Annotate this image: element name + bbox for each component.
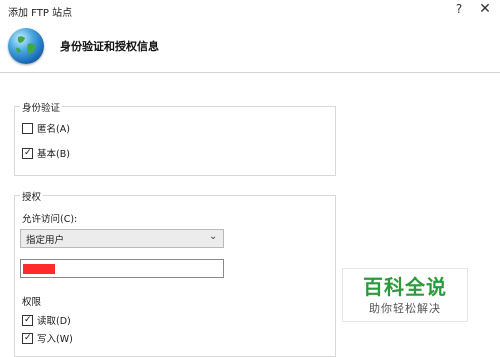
anonymous-label[interactable]: 匿名(A) xyxy=(37,121,70,135)
watermark: 百科全说 助你轻松解决 xyxy=(342,268,468,322)
page-heading: 身份验证和授权信息 xyxy=(60,40,159,53)
watermark-subtitle: 助你轻松解决 xyxy=(369,302,441,315)
redaction-mark xyxy=(23,264,55,274)
allow-access-selected: 指定用户 xyxy=(26,235,65,246)
authorization-legend: 授权 xyxy=(20,189,44,203)
permissions-label: 权限 xyxy=(22,297,42,308)
read-checkbox[interactable]: ✓ xyxy=(22,315,33,326)
chevron-down-icon: ⌄ xyxy=(209,231,218,242)
authentication-legend: 身份验证 xyxy=(20,100,63,114)
allow-access-label: 允许访问(C): xyxy=(22,214,78,225)
write-label[interactable]: 写入(W) xyxy=(37,331,73,345)
allow-access-dropdown[interactable]: 指定用户 ⌄ xyxy=(20,229,224,248)
checkmark-icon: ✓ xyxy=(24,315,32,325)
write-checkbox[interactable]: ✓ xyxy=(22,333,33,344)
help-button[interactable]: ? xyxy=(452,2,466,20)
read-label[interactable]: 读取(D) xyxy=(37,313,71,327)
basic-checkbox[interactable]: ✓ xyxy=(22,148,33,159)
authentication-group xyxy=(14,106,336,176)
globe-icon xyxy=(8,28,44,64)
users-input[interactable] xyxy=(20,259,224,278)
close-button[interactable]: ✕ xyxy=(476,1,494,19)
checkmark-icon: ✓ xyxy=(24,333,32,343)
checkmark-icon: ✓ xyxy=(24,148,32,158)
watermark-title: 百科全说 xyxy=(363,275,447,299)
title-bar xyxy=(0,0,500,22)
basic-label[interactable]: 基本(B) xyxy=(37,146,70,160)
window-title: 添加 FTP 站点 xyxy=(8,8,73,19)
anonymous-checkbox[interactable] xyxy=(22,123,33,134)
